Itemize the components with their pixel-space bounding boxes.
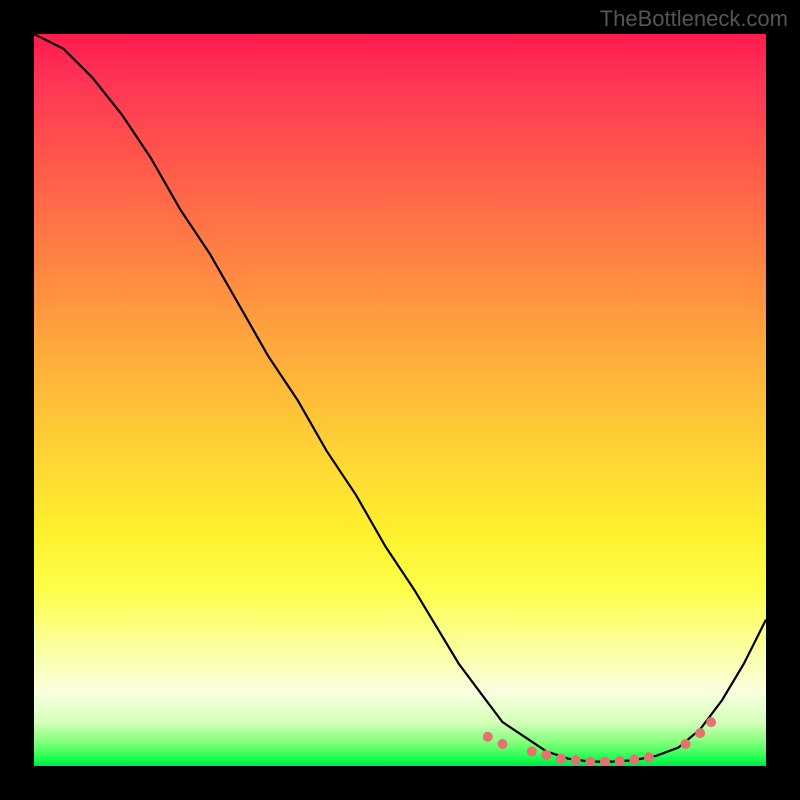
highlight-dot xyxy=(695,728,705,738)
highlight-dot xyxy=(600,757,610,766)
highlight-dot xyxy=(556,754,566,764)
highlight-dot xyxy=(527,746,537,756)
highlight-dot xyxy=(681,739,691,749)
highlight-dots-group xyxy=(483,717,716,766)
highlight-dot xyxy=(585,757,595,766)
highlight-dot xyxy=(483,732,493,742)
watermark-text: TheBottleneck.com xyxy=(600,6,788,32)
highlight-dot xyxy=(571,755,581,765)
highlight-dot xyxy=(644,752,654,762)
highlight-dot xyxy=(706,717,716,727)
chart-gradient-background xyxy=(34,34,766,766)
highlight-dot xyxy=(615,756,625,766)
highlight-dot xyxy=(498,739,508,749)
highlight-dot xyxy=(541,750,551,760)
main-curve-line xyxy=(34,34,766,762)
highlight-dot xyxy=(629,754,639,764)
chart-svg xyxy=(34,34,766,766)
